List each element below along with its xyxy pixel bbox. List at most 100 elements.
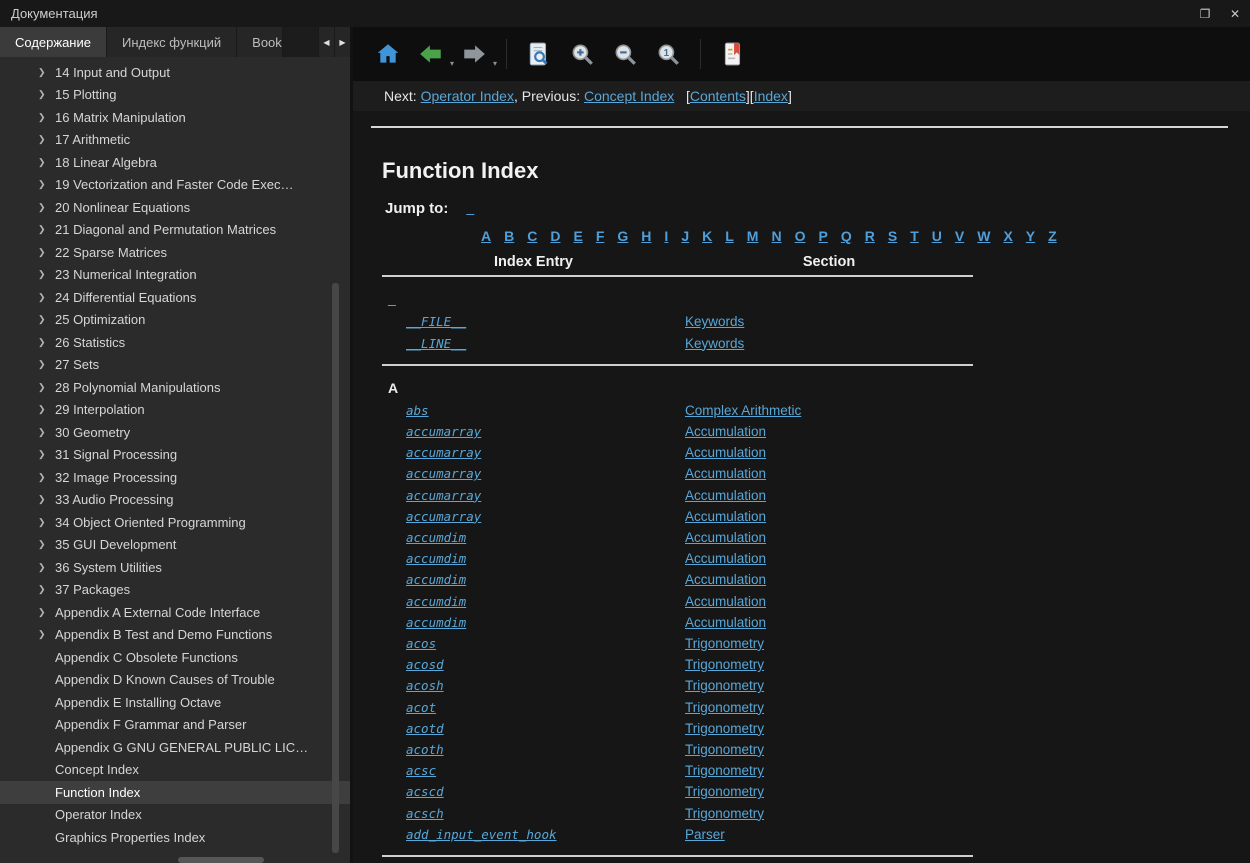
jump-link-l[interactable]: L [725, 227, 734, 246]
index-entry-link[interactable]: accumdim [406, 594, 466, 609]
tree-item[interactable]: ❯20 Nonlinear Equations [0, 196, 350, 219]
jump-link-n[interactable]: N [771, 227, 781, 246]
index-section-link[interactable]: Trigonometry [685, 657, 764, 672]
jump-link-b[interactable]: B [504, 227, 514, 246]
index-section-link[interactable]: Trigonometry [685, 700, 764, 715]
index-entry-link[interactable]: __LINE__ [406, 336, 466, 351]
chevron-right-icon[interactable]: ❯ [38, 179, 55, 190]
index-entry-link[interactable]: accumdim [406, 615, 466, 630]
chevron-right-icon[interactable]: ❯ [38, 202, 55, 213]
jump-link-q[interactable]: Q [841, 227, 852, 246]
chevron-right-icon[interactable]: ❯ [38, 269, 55, 280]
tree-item[interactable]: ❯Operator Index [0, 804, 350, 827]
bookmark-button[interactable] [718, 39, 748, 69]
chevron-right-icon[interactable]: ❯ [38, 382, 55, 393]
tree-vertical-scrollbar-handle[interactable] [332, 283, 339, 853]
jump-link-c[interactable]: C [527, 227, 537, 246]
tree-item[interactable]: ❯Function Index [0, 781, 350, 804]
index-section-link[interactable]: Parser [685, 827, 725, 842]
index-entry-link[interactable]: accumdim [406, 551, 466, 566]
chevron-right-icon[interactable]: ❯ [38, 404, 55, 415]
index-entry-link[interactable]: acot [406, 700, 436, 715]
chevron-right-icon[interactable]: ❯ [38, 562, 55, 573]
find-in-doc-button[interactable] [524, 39, 554, 69]
tree-item[interactable]: ❯18 Linear Algebra [0, 151, 350, 174]
tree-item[interactable]: ❯Appendix D Known Causes of Trouble [0, 669, 350, 692]
index-section-link[interactable]: Trigonometry [685, 784, 764, 799]
index-section-link[interactable]: Trigonometry [685, 763, 764, 778]
nav-link-concept-index[interactable]: Concept Index [584, 88, 674, 104]
forward-button[interactable]: ▾ [459, 39, 489, 69]
tree-item[interactable]: ❯27 Sets [0, 354, 350, 377]
tree-item[interactable]: ❯17 Arithmetic [0, 129, 350, 152]
jump-link-j[interactable]: J [681, 227, 689, 246]
tree-item[interactable]: ❯24 Differential Equations [0, 286, 350, 309]
index-section-link[interactable]: Trigonometry [685, 721, 764, 736]
index-entry-link[interactable]: acoth [406, 742, 444, 757]
index-section-link[interactable]: Complex Arithmetic [685, 403, 801, 418]
index-entry-link[interactable]: accumarray [406, 424, 481, 439]
index-entry-link[interactable]: acos [406, 636, 436, 651]
index-section-link[interactable]: Accumulation [685, 594, 766, 609]
chevron-right-icon[interactable]: ❯ [38, 517, 55, 528]
tree-horizontal-scrollbar-handle[interactable] [178, 857, 264, 863]
tree-item[interactable]: ❯33 Audio Processing [0, 489, 350, 512]
index-entry-link[interactable]: acscd [406, 784, 444, 799]
close-button[interactable]: ✕ [1220, 0, 1250, 27]
jump-link-m[interactable]: M [747, 227, 759, 246]
chevron-right-icon[interactable]: ❯ [38, 539, 55, 550]
jump-link-e[interactable]: E [574, 227, 583, 246]
chevron-right-icon[interactable]: ❯ [38, 89, 55, 100]
index-entry-link[interactable]: acsch [406, 806, 444, 821]
chevron-right-icon[interactable]: ❯ [38, 112, 55, 123]
chevron-right-icon[interactable]: ❯ [38, 67, 55, 78]
jump-link-i[interactable]: I [664, 227, 668, 246]
dropdown-arrow-icon[interactable]: ▾ [450, 59, 454, 68]
tree-item[interactable]: ❯25 Optimization [0, 309, 350, 332]
index-entry-link[interactable]: acosh [406, 678, 444, 693]
tab-индекс-функций[interactable]: Индекс функций [107, 27, 237, 57]
tree-item[interactable]: ❯15 Plotting [0, 84, 350, 107]
zoom-out-button[interactable] [610, 39, 640, 69]
chevron-right-icon[interactable]: ❯ [38, 472, 55, 483]
index-entry-link[interactable]: acosd [406, 657, 444, 672]
index-section-link[interactable]: Trigonometry [685, 636, 764, 651]
index-entry-link[interactable]: acotd [406, 721, 444, 736]
chevron-right-icon[interactable]: ❯ [38, 292, 55, 303]
index-section-link[interactable]: Trigonometry [685, 742, 764, 757]
jump-link-d[interactable]: D [550, 227, 560, 246]
title-bar[interactable]: Документация ❐ ✕ [0, 0, 1250, 27]
tree-item[interactable]: ❯Appendix C Obsolete Functions [0, 646, 350, 669]
tree-item[interactable]: ❯37 Packages [0, 579, 350, 602]
tree-item[interactable]: ❯19 Vectorization and Faster Code Exec… [0, 174, 350, 197]
index-entry-link[interactable]: acsc [406, 763, 436, 778]
tree-item[interactable]: ❯Appendix B Test and Demo Functions [0, 624, 350, 647]
back-button[interactable]: ▾ [416, 39, 446, 69]
tree-item[interactable]: ❯32 Image Processing [0, 466, 350, 489]
index-entry-link[interactable]: accumarray [406, 509, 481, 524]
chevron-right-icon[interactable]: ❯ [38, 337, 55, 348]
index-entry-link[interactable]: accumdim [406, 530, 466, 545]
nav-link-index[interactable]: Index [754, 88, 788, 104]
index-section-link[interactable]: Accumulation [685, 488, 766, 503]
index-section-link[interactable]: Accumulation [685, 466, 766, 481]
index-section-link[interactable]: Accumulation [685, 509, 766, 524]
tree-item[interactable]: ❯35 GUI Development [0, 534, 350, 557]
jump-link-w[interactable]: W [977, 227, 990, 246]
tree-vertical-scrollbar[interactable] [332, 59, 339, 853]
index-section-link[interactable]: Trigonometry [685, 806, 764, 821]
jump-link-g[interactable]: G [617, 227, 628, 246]
jump-link-p[interactable]: P [818, 227, 827, 246]
tree-item[interactable]: ❯Concept Index [0, 759, 350, 782]
index-entry-link[interactable]: accumarray [406, 445, 481, 460]
jump-link-y[interactable]: Y [1026, 227, 1035, 246]
jump-link-v[interactable]: V [955, 227, 964, 246]
jump-link-o[interactable]: O [795, 227, 806, 246]
tree-item[interactable]: ❯28 Polynomial Manipulations [0, 376, 350, 399]
jump-link-a[interactable]: A [481, 227, 491, 246]
chevron-right-icon[interactable]: ❯ [38, 224, 55, 235]
chevron-right-icon[interactable]: ❯ [38, 359, 55, 370]
tree-item[interactable]: ❯34 Object Oriented Programming [0, 511, 350, 534]
index-section-link[interactable]: Trigonometry [685, 678, 764, 693]
tree-item[interactable]: ❯23 Numerical Integration [0, 264, 350, 287]
